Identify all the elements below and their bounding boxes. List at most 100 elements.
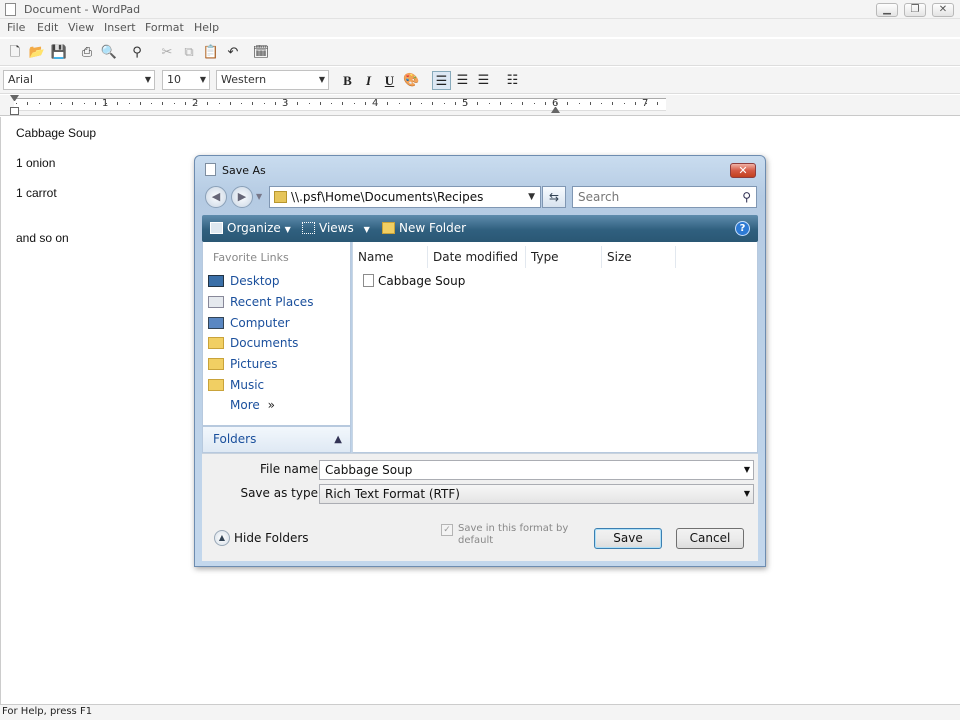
favorite-recent-places[interactable]: Recent Places	[208, 293, 313, 311]
cut-icon[interactable]: ✂	[158, 44, 176, 61]
ruler-tick	[117, 102, 119, 105]
ruler-tick	[151, 103, 152, 104]
bullets-icon[interactable]: ☷	[503, 71, 522, 90]
chevron-down-icon[interactable]: ▼	[528, 187, 535, 207]
new-folder-button[interactable]: New Folder	[382, 221, 466, 235]
chevron-down-icon: ▼	[363, 225, 370, 234]
favorite-music[interactable]: Music	[208, 376, 264, 394]
address-bar[interactable]: \\.psf\Home\Documents\Recipes ▼	[269, 186, 541, 208]
save-as-type-select[interactable]: Rich Text Format (RTF) ▼	[319, 484, 754, 504]
cancel-button[interactable]: Cancel	[676, 528, 744, 549]
favorite-more[interactable]: More »	[208, 396, 275, 414]
chevron-down-icon[interactable]: ▼	[744, 461, 750, 479]
forward-button[interactable]: ▶	[231, 186, 253, 208]
ruler-tick	[308, 103, 310, 104]
first-indent-marker[interactable]	[10, 95, 19, 102]
favorite-desktop[interactable]: Desktop	[208, 272, 280, 290]
left-indent-marker[interactable]	[10, 107, 19, 115]
minimize-button[interactable]: ▁	[876, 3, 898, 17]
ruler-tick	[533, 103, 535, 104]
dialog-bottom-panel: File name: Cabbage Soup ▼ Save as type: R…	[202, 453, 758, 561]
doc-line: 1 onion	[16, 156, 56, 170]
recent-pages-chevron-icon[interactable]: ▼	[256, 192, 262, 201]
column-size[interactable]: Size	[602, 246, 676, 268]
copy-icon[interactable]: ⧉	[180, 44, 198, 61]
ruler-tick	[297, 102, 299, 105]
ruler-tick	[578, 103, 580, 104]
search-input[interactable]: Search ⚲	[572, 186, 757, 208]
paste-icon[interactable]: 📋	[202, 44, 220, 61]
ruler-tick	[421, 103, 422, 104]
align-right-icon[interactable]: ☰	[474, 71, 493, 90]
help-icon[interactable]: ?	[735, 221, 750, 236]
ruler-tick	[16, 103, 17, 104]
column-date-modified[interactable]: Date modified	[428, 246, 526, 268]
file-item[interactable]: Cabbage Soup	[363, 273, 465, 289]
refresh-button[interactable]: ⇆	[542, 186, 566, 208]
default-format-checkbox[interactable]: ✓	[441, 524, 453, 536]
dialog-document-icon	[205, 163, 216, 176]
folders-toggle[interactable]: Folders ▲	[202, 426, 351, 453]
italic-button[interactable]: I	[359, 71, 378, 90]
views-button[interactable]: Views ▼	[302, 221, 370, 235]
ruler-tick	[387, 102, 389, 105]
close-button[interactable]: ✕	[932, 3, 954, 17]
menu-insert[interactable]: Insert	[104, 21, 136, 34]
menu-file[interactable]: File	[7, 21, 25, 34]
font-select[interactable]: Arial ▼	[3, 70, 155, 90]
menu-edit[interactable]: Edit	[37, 21, 58, 34]
new-folder-label: New Folder	[399, 221, 467, 235]
ruler-tick	[522, 102, 524, 105]
wordpad-document-icon	[5, 3, 16, 16]
menu-view[interactable]: View	[68, 21, 94, 34]
date-time-icon[interactable]: 🗓	[252, 44, 270, 61]
column-label: Size	[607, 250, 632, 264]
ruler-tick	[466, 103, 467, 104]
ruler-tick	[556, 103, 557, 104]
column-name[interactable]: Name	[353, 246, 428, 268]
print-icon[interactable]: ⎙	[78, 44, 96, 61]
undo-icon[interactable]: ↶	[224, 44, 242, 61]
computer-icon	[208, 317, 224, 329]
menu-format[interactable]: Format	[145, 21, 184, 34]
status-text: For Help, press F1	[2, 706, 93, 717]
new-icon[interactable]: 🗋	[6, 44, 24, 61]
favorite-documents[interactable]: Documents	[208, 334, 298, 352]
favorite-computer[interactable]: Computer	[208, 314, 290, 332]
ruler-tick	[601, 103, 602, 104]
print-preview-icon[interactable]: 🔍	[100, 44, 118, 61]
bold-button[interactable]: B	[338, 71, 357, 90]
right-indent-marker[interactable]	[551, 106, 560, 113]
ruler-tick	[589, 102, 591, 105]
dialog-close-button[interactable]: ✕	[730, 163, 756, 178]
save-icon[interactable]: 💾	[50, 44, 68, 61]
file-list[interactable]: Name Date modified Type Size Cabbage Sou…	[352, 242, 758, 453]
organize-button[interactable]: Organize ▼	[210, 221, 291, 235]
color-icon[interactable]: 🎨	[402, 71, 421, 90]
align-left-icon[interactable]: ☰	[432, 71, 451, 90]
file-name-value: Cabbage Soup	[325, 463, 413, 477]
favorite-label: Documents	[230, 336, 299, 350]
ruler: 1 2 3 4 5 6 7	[0, 95, 960, 116]
column-type[interactable]: Type	[526, 246, 602, 268]
ruler-tick	[657, 102, 659, 105]
ruler-tick	[241, 103, 242, 104]
save-button[interactable]: Save	[594, 528, 662, 549]
favorite-pictures[interactable]: Pictures	[208, 355, 278, 373]
hide-folders-button[interactable]: ▲ Hide Folders	[214, 529, 309, 547]
back-button[interactable]: ◀	[205, 186, 227, 208]
script-select[interactable]: Western ▼	[216, 70, 329, 90]
align-center-icon[interactable]: ☰	[453, 71, 472, 90]
restore-button[interactable]: ❐	[904, 3, 926, 17]
ruler-tick	[38, 103, 40, 104]
ruler-tick	[319, 102, 321, 105]
font-size-select[interactable]: 10 ▼	[162, 70, 210, 90]
open-icon[interactable]: 📂	[28, 44, 46, 61]
documents-folder-icon	[208, 337, 224, 349]
underline-button[interactable]: U	[380, 71, 399, 90]
find-icon[interactable]: ⚲	[128, 44, 146, 61]
menu-help[interactable]: Help	[194, 21, 219, 34]
file-name-field[interactable]: Cabbage Soup ▼	[319, 460, 754, 480]
font-value: Arial	[8, 73, 33, 86]
search-icon[interactable]: ⚲	[742, 187, 751, 207]
